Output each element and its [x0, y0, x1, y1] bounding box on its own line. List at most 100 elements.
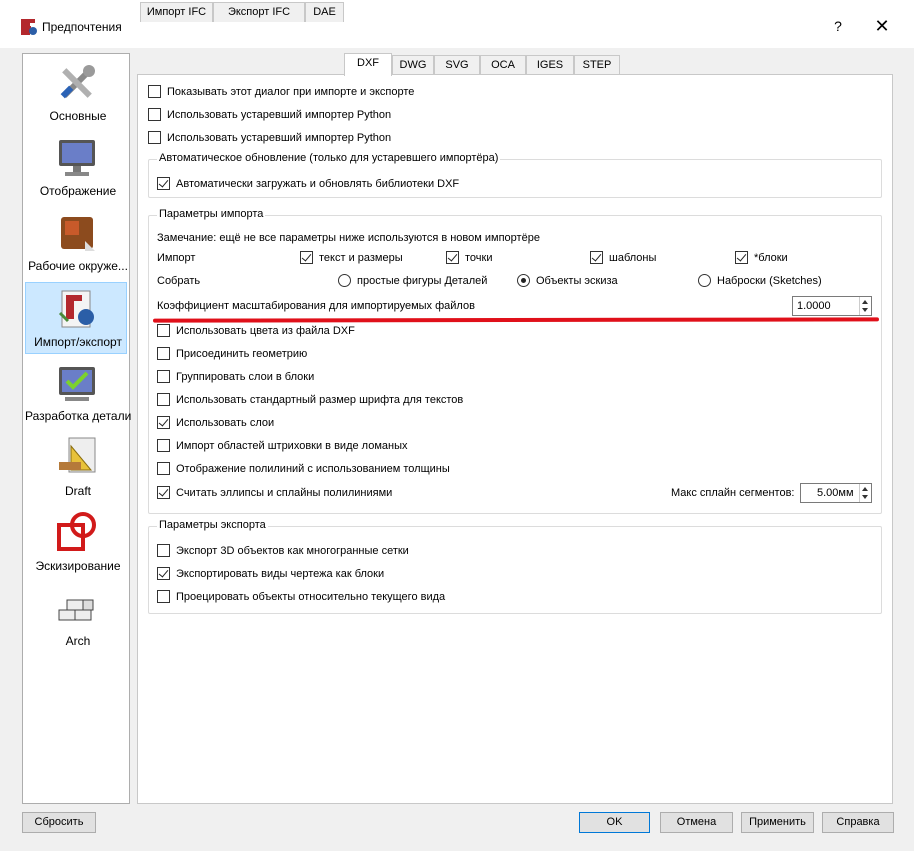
sidebar-item-general[interactable]: Основные: [25, 57, 127, 129]
monitor-icon: [59, 140, 95, 176]
checkbox[interactable]: [157, 590, 170, 603]
window-title: Предпочтения: [42, 20, 122, 34]
freecad-app-icon: [21, 19, 37, 35]
legacy-importer-checkbox[interactable]: Использовать устаревший импортер Python: [148, 108, 391, 121]
sidebar-item-label: Разработка детали: [25, 409, 131, 423]
export-drawing-views-checkbox[interactable]: Экспортировать виды чертежа как блоки: [157, 567, 384, 580]
checkbox[interactable]: [157, 486, 170, 499]
tab-oca[interactable]: OCA: [480, 55, 526, 75]
ok-button[interactable]: OK: [579, 812, 650, 833]
spinbox-arrows[interactable]: [859, 484, 871, 502]
checkbox[interactable]: [157, 393, 170, 406]
checkbox[interactable]: [157, 324, 170, 337]
checkbox[interactable]: [157, 416, 170, 429]
spinbox-value: 1.0000: [797, 300, 831, 312]
checkbox-label: Использовать цвета из файла DXF: [176, 324, 355, 337]
checkbox-label: Присоединить геометрию: [176, 347, 308, 360]
use-colors-checkbox[interactable]: Использовать цвета из файла DXF: [157, 324, 355, 337]
sidebar-item-label: Arch: [65, 634, 91, 648]
sidebar-item-sketcher[interactable]: Эскизирование: [25, 507, 127, 579]
export-3d-checkbox[interactable]: Экспорт 3D объектов как многогранные сет…: [157, 544, 409, 557]
use-layers-checkbox[interactable]: Использовать слои: [157, 416, 274, 429]
tab-iges[interactable]: IGES: [526, 55, 574, 75]
checkbox[interactable]: [590, 251, 603, 264]
tab-dae[interactable]: DAE: [305, 2, 344, 22]
checkbox-label: Использовать стандартный размер шрифта д…: [176, 393, 464, 406]
spinbox-value: 5.00мм: [817, 487, 854, 499]
chevron-down-icon[interactable]: [862, 308, 868, 312]
checkbox[interactable]: [735, 251, 748, 264]
tab-dxf[interactable]: DXF: [344, 53, 392, 76]
checkbox[interactable]: [446, 251, 459, 264]
import-export-icon: [58, 290, 94, 328]
radio[interactable]: [698, 274, 711, 287]
checkbox-label: Использовать слои: [176, 416, 275, 429]
ellipse-polylines-checkbox[interactable]: Считать эллипсы и сплайны полилиниями: [157, 486, 392, 499]
checkbox-label: текст и размеры: [319, 251, 403, 264]
import-note: Замечание: ещё не все параметры ниже исп…: [157, 232, 540, 244]
checkbox-label: Показывать этот диалог при импорте и экс…: [167, 85, 415, 98]
checkbox[interactable]: [148, 85, 161, 98]
checkbox[interactable]: [157, 544, 170, 557]
import-texts-checkbox[interactable]: текст и размеры: [300, 251, 403, 264]
create-sketch-objects-radio[interactable]: Объекты эскиза: [517, 274, 618, 287]
radio[interactable]: [517, 274, 530, 287]
help-button[interactable]: ?: [826, 14, 850, 38]
checkbox[interactable]: [157, 439, 170, 452]
sidebar-item-display[interactable]: Отображение: [25, 132, 127, 204]
chevron-up-icon[interactable]: [862, 487, 868, 491]
sidebar-item-label: Импорт/экспорт: [34, 335, 122, 349]
scale-factor-spinbox[interactable]: 1.0000: [792, 296, 872, 316]
show-dialog-checkbox[interactable]: Показывать этот диалог при импорте и экс…: [148, 85, 414, 98]
apply-button[interactable]: Применить: [741, 812, 814, 833]
radio-label: Наброски (Sketches): [717, 274, 822, 287]
tab-import-ifc[interactable]: Импорт IFC: [140, 2, 213, 22]
checkbox[interactable]: [157, 567, 170, 580]
chevron-down-icon[interactable]: [862, 495, 868, 499]
checkbox[interactable]: [148, 131, 161, 144]
checkbox[interactable]: [148, 108, 161, 121]
import-layouts-checkbox[interactable]: шаблоны: [590, 251, 656, 264]
preferences-sidebar: Основные Отображение Рабочие окруже... И…: [22, 53, 131, 804]
tab-step[interactable]: STEP: [574, 55, 620, 75]
import-points-checkbox[interactable]: точки: [446, 251, 492, 264]
sidebar-item-workbenches[interactable]: Рабочие окруже...: [25, 207, 128, 279]
reset-button[interactable]: Сбросить: [22, 812, 96, 833]
auto-load-checkbox[interactable]: Автоматически загружать и обновлять библ…: [157, 177, 459, 190]
tab-svg[interactable]: SVG: [434, 55, 480, 75]
help-dialog-button[interactable]: Справка: [822, 812, 894, 833]
checkbox[interactable]: [157, 370, 170, 383]
close-button[interactable]: ✕: [870, 14, 894, 38]
checkbox[interactable]: [157, 462, 170, 475]
join-geometry-checkbox[interactable]: Присоединить геометрию: [157, 347, 307, 360]
tab-export-ifc[interactable]: Экспорт IFC: [213, 2, 305, 22]
legacy-exporter-checkbox[interactable]: Использовать устаревший импортер Python: [148, 131, 391, 144]
cancel-button[interactable]: Отмена: [660, 812, 733, 833]
radio-label: Объекты эскиза: [536, 274, 618, 287]
spinbox-arrows[interactable]: [859, 297, 871, 315]
checkbox[interactable]: [300, 251, 313, 264]
tab-dwg[interactable]: DWG: [392, 55, 434, 75]
project-objects-checkbox[interactable]: Проецировать объекты относительно текуще…: [157, 590, 445, 603]
checkbox-label: *блоки: [754, 251, 788, 264]
sidebar-item-draft[interactable]: Draft: [25, 432, 127, 504]
checkbox[interactable]: [157, 347, 170, 360]
sidebar-item-label: Draft: [64, 484, 91, 498]
sidebar-item-arch[interactable]: Arch: [25, 582, 127, 654]
checkbox-label: Автоматически загружать и обновлять библ…: [176, 177, 460, 190]
polyline-width-checkbox[interactable]: Отображение полилиний с использованием т…: [157, 462, 450, 475]
chevron-up-icon[interactable]: [862, 300, 868, 304]
sidebar-item-part-design[interactable]: Разработка детали: [25, 357, 131, 429]
sidebar-item-import-export[interactable]: Импорт/экспорт: [25, 282, 127, 354]
create-sketches-radio[interactable]: Наброски (Sketches): [698, 274, 822, 287]
std-font-size-checkbox[interactable]: Использовать стандартный размер шрифта д…: [157, 393, 463, 406]
max-spline-spinbox[interactable]: 5.00мм: [800, 483, 872, 503]
radio[interactable]: [338, 274, 351, 287]
sidebar-item-label: Основные: [49, 109, 107, 123]
radio-label: простые фигуры Деталей: [357, 274, 488, 287]
group-layers-checkbox[interactable]: Группировать слои в блоки: [157, 370, 314, 383]
checkbox[interactable]: [157, 177, 170, 190]
import-blocks-checkbox[interactable]: *блоки: [735, 251, 788, 264]
create-simple-radio[interactable]: простые фигуры Деталей: [338, 274, 487, 287]
hatch-polylines-checkbox[interactable]: Импорт областей штриховки в виде ломаных: [157, 439, 407, 452]
